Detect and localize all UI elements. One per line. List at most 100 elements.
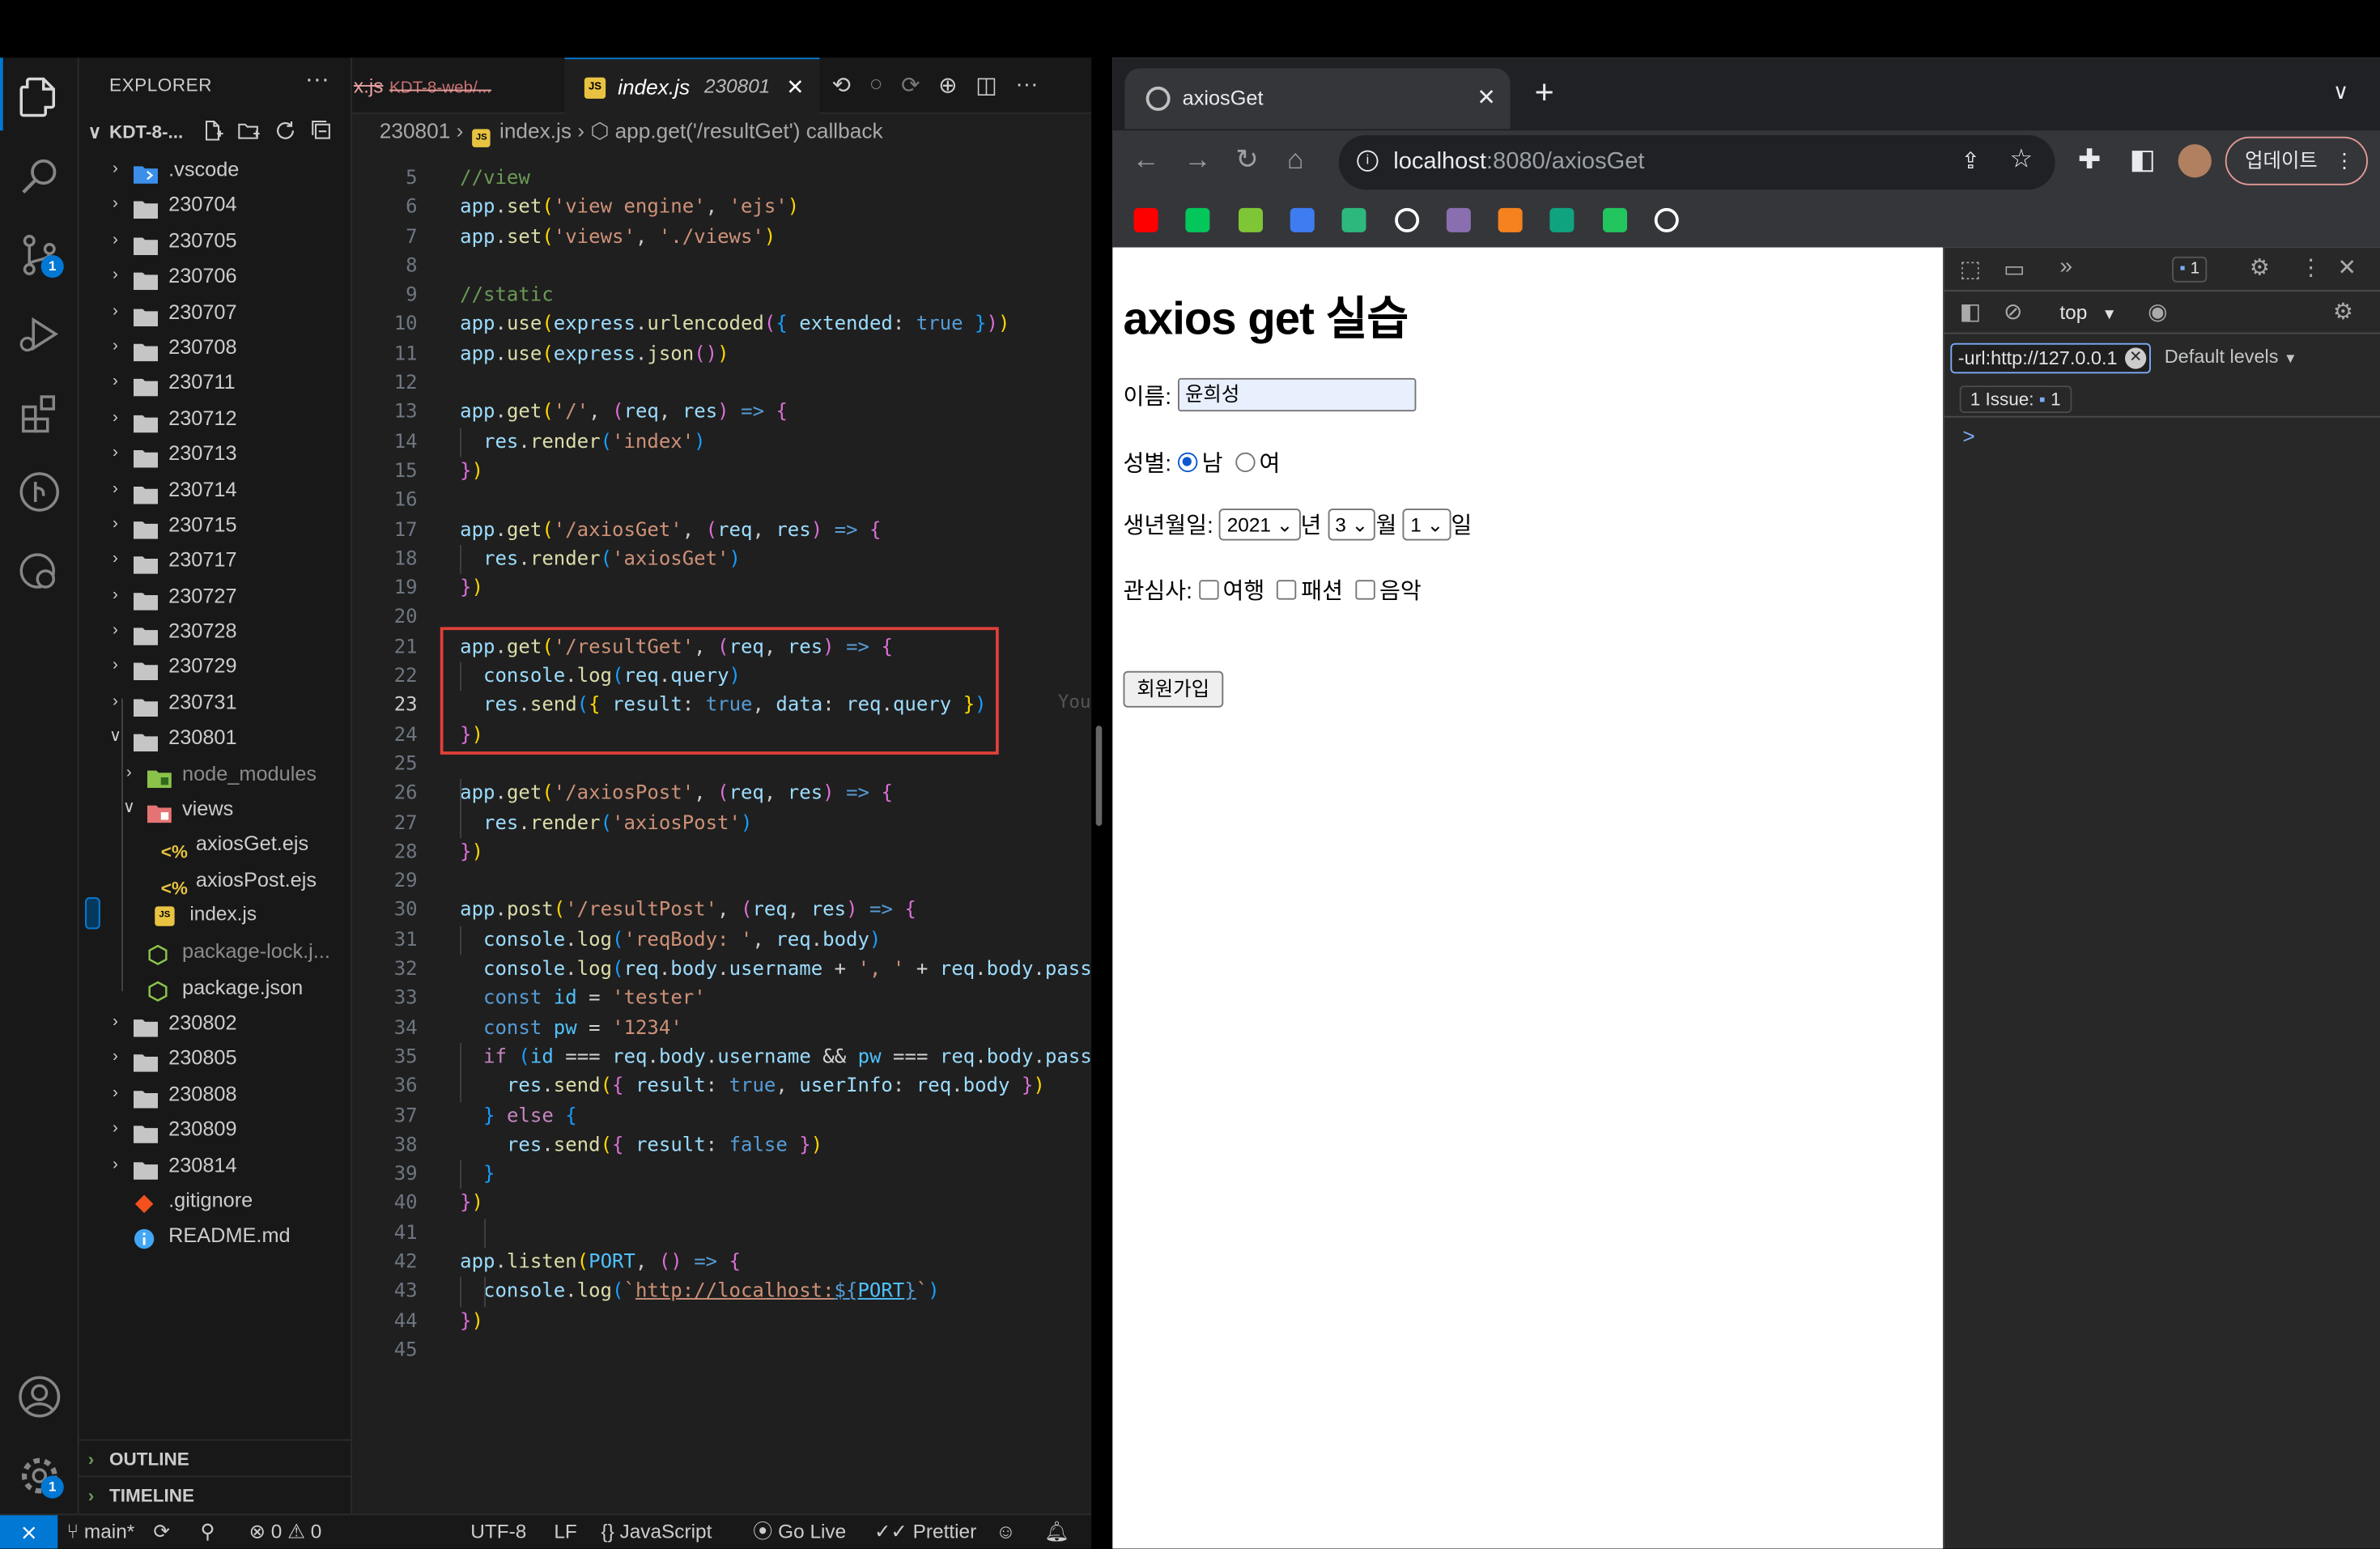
tree-item[interactable]: › 230814 (79, 1147, 353, 1183)
code-line[interactable]: 28}) (352, 838, 1091, 867)
tab-index-js[interactable]: JS index.js 230801 ✕ (564, 57, 820, 114)
git-graph-icon[interactable] (15, 468, 64, 517)
console-filter-input[interactable]: -url:http://127.0.0.1 ✕ (1950, 343, 2151, 374)
context-selector[interactable]: top ▼ (2059, 300, 2117, 323)
code-line[interactable]: 40}) (352, 1189, 1091, 1219)
git-lens-icon[interactable]: ⊕ (938, 71, 958, 99)
breadcrumb-folder[interactable]: 230801 (380, 118, 451, 143)
code-line[interactable]: 10 app.use(express.urlencoded({ extended:… (352, 310, 1091, 339)
breadcrumb-symbol[interactable]: app.get('/resultGet') callback (615, 118, 883, 143)
tree-item[interactable]: <% axiosGet.ejs (79, 827, 353, 862)
code-line[interactable]: 32 console.log(req.body.username + ', ' … (352, 955, 1092, 984)
feedback-icon[interactable]: ☺ (996, 1515, 1016, 1548)
site-info-icon[interactable]: i (1357, 150, 1379, 172)
bookmark-icon[interactable] (1654, 207, 1679, 232)
side-panel-icon[interactable]: ◧ (2130, 144, 2156, 175)
code-line[interactable]: 6 app.set('view engine', 'ejs') (352, 194, 1091, 223)
console-settings-icon[interactable]: ⚙ (2333, 298, 2353, 325)
code-line[interactable]: 35 if (id === req.body.username && pw ==… (352, 1043, 1092, 1072)
tree-item[interactable]: package.json (79, 969, 353, 1005)
split-handle[interactable] (1095, 726, 1103, 826)
code-line[interactable]: 30 app.post('/resultPost', (req, res) => … (352, 896, 1091, 926)
tree-item[interactable]: › .vscode (79, 152, 353, 188)
tree-item[interactable]: › 230706 (79, 258, 353, 294)
console-prompt[interactable]: > (1962, 423, 1974, 448)
code-line[interactable]: 33 const id = 'tester' (352, 985, 1091, 1014)
name-input[interactable]: 윤희성 (1177, 377, 1416, 412)
breadcrumb-file[interactable]: index.js (499, 118, 572, 143)
code-line[interactable]: 39 } (352, 1160, 1091, 1189)
more-actions-icon[interactable]: ··· (305, 67, 329, 95)
more-options-icon[interactable]: ⋮ (2300, 253, 2323, 281)
code-line[interactable]: 14 res.render('index') (352, 428, 1091, 457)
tree-item[interactable]: .gitignore (79, 1183, 353, 1219)
remote-indicator-icon[interactable]: ⨯ (0, 1515, 58, 1549)
tree-item[interactable]: › 230713 (79, 436, 353, 471)
tab-deleted-file[interactable]: x.js KDT-8-web/... (352, 57, 565, 113)
bookmark-icon[interactable] (1133, 207, 1158, 232)
go-live-button[interactable]: ⦿ Go Live (753, 1515, 846, 1548)
interest-music-checkbox[interactable] (1354, 580, 1375, 600)
tree-item[interactable]: › 230715 (79, 507, 353, 543)
clear-console-icon[interactable]: ⊘ (2004, 298, 2023, 325)
tree-item[interactable]: ∨ 230801 (79, 720, 353, 755)
code-line[interactable]: 11 app.use(express.json()) (352, 340, 1091, 369)
bookmark-icon[interactable] (1185, 207, 1210, 232)
code-line[interactable]: 8 (352, 252, 1091, 281)
go-back-icon[interactable]: ⟲ (832, 71, 852, 99)
bookmark-icon[interactable] (1602, 207, 1627, 232)
bookmark-icon[interactable] (1498, 207, 1523, 232)
tree-item[interactable]: › 230728 (79, 614, 353, 649)
refresh-icon[interactable] (274, 118, 301, 146)
eol-indicator[interactable]: LF (554, 1515, 576, 1548)
timeline-section[interactable]: › TIMELINE (79, 1475, 352, 1513)
tree-item[interactable]: › 230705 (79, 223, 353, 258)
new-folder-icon[interactable] (237, 118, 265, 146)
signup-button[interactable]: 회원가입 (1123, 670, 1223, 708)
tree-item[interactable]: › 230729 (79, 649, 353, 685)
issues-button[interactable]: 1 Issue: ▪ 1 (1959, 385, 2072, 413)
tree-item[interactable]: › 230714 (79, 471, 353, 507)
tree-item[interactable]: › 230704 (79, 187, 353, 223)
code-line[interactable]: 12 (352, 369, 1091, 398)
sidebar-toggle-icon[interactable]: ◧ (1960, 298, 1982, 325)
notifications-bell-icon[interactable]: 🔔︎ (1044, 1515, 1069, 1548)
close-devtools-icon[interactable]: ✕ (2338, 253, 2357, 281)
address-bar[interactable]: i localhost:8080/axiosGet ⇪ ☆ (1338, 134, 2055, 190)
gender-male-radio[interactable] (1177, 452, 1197, 473)
tree-item[interactable]: › 230711 (79, 365, 353, 401)
live-expression-eye-icon[interactable]: ◉ (2148, 298, 2168, 325)
messages-badge[interactable]: ▪ 1 (2172, 256, 2208, 283)
home-icon[interactable]: ⌂ (1287, 144, 1303, 175)
code-line[interactable]: 41 (352, 1219, 1091, 1248)
tree-item[interactable]: JS index.js (85, 897, 257, 930)
run-debug-icon[interactable] (15, 310, 64, 359)
tree-item[interactable]: › 230708 (79, 330, 353, 365)
encoding-indicator[interactable]: UTF-8 (470, 1515, 526, 1548)
code-line[interactable]: 43 console.log(`http://localhost:${PORT}… (352, 1277, 1091, 1306)
tree-item[interactable]: ∨ views (79, 791, 353, 827)
gender-female-radio[interactable] (1235, 452, 1255, 473)
share-icon[interactable]: ⇪ (1961, 147, 1981, 175)
code-line[interactable]: 34 const pw = '1234' (352, 1014, 1091, 1043)
code-line[interactable]: 31 console.log('reqBody: ', req.body) (352, 926, 1091, 955)
code-line[interactable]: 9 //static (352, 281, 1091, 310)
interest-fashion-checkbox[interactable] (1277, 580, 1297, 600)
inspect-element-icon[interactable]: ⬚ (1960, 255, 1982, 283)
log-levels-dropdown[interactable]: Default levels ▼ (2165, 347, 2297, 368)
extensions-puzzle-icon[interactable]: ✚ (2078, 144, 2101, 175)
forward-icon[interactable]: → (1184, 144, 1212, 175)
code-line[interactable]: 27 res.render('axiosPost') (352, 808, 1091, 837)
settings-gear-icon[interactable]: ⚙ (2250, 253, 2270, 281)
browser-tab[interactable]: axiosGet ✕ (1124, 68, 1511, 130)
bookmark-icon[interactable] (1446, 207, 1471, 232)
go-forward-icon[interactable]: ⟳ (901, 71, 920, 99)
code-line[interactable]: 5 //view (352, 164, 1091, 194)
code-line[interactable]: 15}) (352, 457, 1091, 486)
bookmark-icon[interactable] (1394, 207, 1419, 232)
clear-filter-icon[interactable]: ✕ (2125, 347, 2147, 369)
new-tab-button[interactable]: + (1535, 75, 1554, 109)
code-line[interactable]: 17 app.get('/axiosGet', (req, res) => { (352, 516, 1091, 545)
close-tab-icon[interactable]: ✕ (1477, 83, 1496, 111)
tree-item[interactable]: › node_modules (79, 755, 353, 791)
